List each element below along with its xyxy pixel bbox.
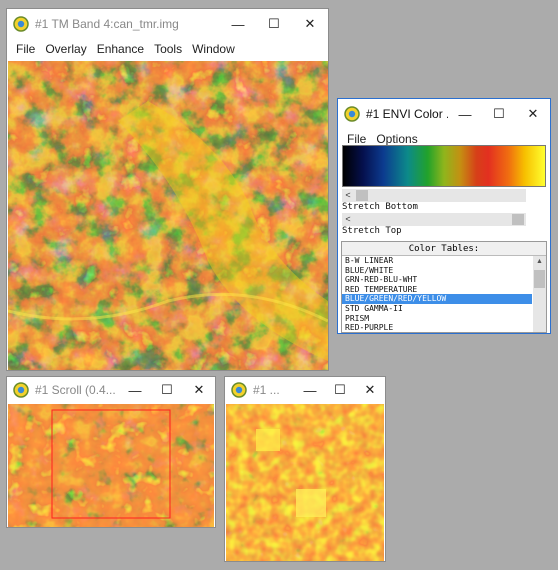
scroll-window-title: #1 Scroll (0.4... — [35, 383, 116, 397]
minimize-button[interactable]: — — [295, 377, 325, 403]
envi-app-icon — [344, 106, 360, 122]
list-item[interactable]: PRISM — [342, 314, 532, 324]
menu-tools[interactable]: Tools — [149, 42, 187, 56]
zoom-image[interactable] — [226, 404, 384, 561]
list-item[interactable]: B-W LINEAR — [342, 256, 532, 266]
list-item[interactable]: STD GAMMA-II — [342, 304, 532, 314]
list-item[interactable]: GRN-RED-BLU-WHT — [342, 275, 532, 285]
color-ramp — [342, 145, 546, 187]
zoom-window: #1 ... — ☐ ✕ — [224, 376, 386, 562]
close-button[interactable]: ✕ — [292, 9, 328, 39]
zoom-title-bar[interactable]: #1 ... — ☐ ✕ — [225, 377, 385, 403]
scroll-title-bar[interactable]: #1 Scroll (0.4... — ☐ ✕ — [7, 377, 215, 403]
close-button[interactable]: ✕ — [516, 99, 550, 129]
maximize-button[interactable]: ☐ — [151, 377, 183, 403]
menu-overlay[interactable]: Overlay — [40, 42, 91, 56]
menu-file[interactable]: File — [11, 42, 40, 56]
color-tables-panel: Color Tables: B-W LINEAR BLUE/WHITE GRN-… — [341, 241, 547, 333]
stretch-top-thumb[interactable] — [512, 214, 524, 225]
main-menu-bar: File Overlay Enhance Tools Window — [7, 39, 328, 59]
main-image-window: #1 TM Band 4:can_tmr.img — ☐ ✕ File Over… — [6, 8, 329, 371]
color-window-title: #1 ENVI Color ... — [366, 107, 448, 121]
stretch-bottom-thumb[interactable] — [356, 190, 368, 201]
stretch-bottom-label: Stretch Bottom — [342, 202, 418, 212]
main-window-title: #1 TM Band 4:can_tmr.img — [35, 17, 179, 31]
menu-window[interactable]: Window — [187, 42, 240, 56]
menu-options[interactable]: Options — [371, 132, 422, 146]
scroll-window: #1 Scroll (0.4... — ☐ ✕ — [6, 376, 216, 528]
color-title-bar[interactable]: #1 ENVI Color ... — ☐ ✕ — [338, 99, 550, 129]
main-title-bar[interactable]: #1 TM Band 4:can_tmr.img — ☐ ✕ — [7, 9, 328, 39]
envi-app-icon — [13, 382, 29, 398]
arrow-left-icon[interactable]: < — [342, 213, 354, 226]
maximize-button[interactable]: ☐ — [256, 9, 292, 39]
stretch-bottom-slider[interactable]: < — [342, 189, 526, 202]
list-item-selected[interactable]: BLUE/GREEN/RED/YELLOW — [342, 294, 532, 304]
minimize-button[interactable]: — — [220, 9, 256, 39]
menu-file[interactable]: File — [342, 132, 371, 146]
close-button[interactable]: ✕ — [355, 377, 385, 403]
list-item[interactable]: RED-PURPLE — [342, 323, 532, 332]
chevron-up-icon[interactable]: ▲ — [533, 256, 546, 267]
minimize-button[interactable]: — — [119, 377, 151, 403]
close-button[interactable]: ✕ — [183, 377, 215, 403]
envi-app-icon — [13, 16, 29, 32]
stretch-top-label: Stretch Top — [342, 226, 402, 236]
stretch-top-slider[interactable]: < — [342, 213, 526, 226]
color-tables-header: Color Tables: — [342, 242, 546, 256]
envi-app-icon — [231, 382, 247, 398]
maximize-button[interactable]: ☐ — [325, 377, 355, 403]
main-image[interactable] — [8, 61, 328, 370]
list-item[interactable]: BLUE/WHITE — [342, 266, 532, 276]
maximize-button[interactable]: ☐ — [482, 99, 516, 129]
color-table-window: #1 ENVI Color ... — ☐ ✕ File Options < S… — [337, 98, 551, 334]
scroll-image[interactable] — [8, 404, 214, 527]
zoom-window-title: #1 ... — [253, 383, 280, 397]
arrow-left-icon[interactable]: < — [342, 189, 354, 202]
menu-enhance[interactable]: Enhance — [92, 42, 149, 56]
color-tables-list[interactable]: B-W LINEAR BLUE/WHITE GRN-RED-BLU-WHT RE… — [342, 256, 546, 332]
minimize-button[interactable]: — — [448, 99, 482, 129]
scrollbar-thumb[interactable] — [534, 270, 545, 288]
color-tables-scrollbar[interactable]: ▲ — [533, 256, 546, 332]
list-item[interactable]: RED TEMPERATURE — [342, 285, 532, 295]
